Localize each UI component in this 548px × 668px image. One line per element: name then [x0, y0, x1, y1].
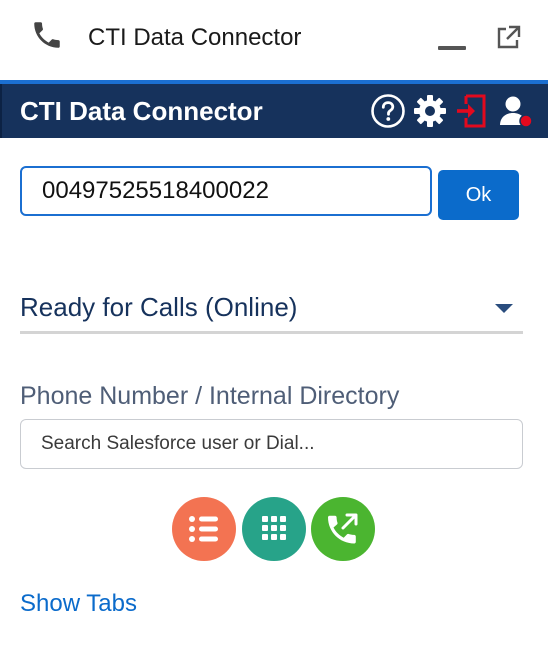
list-icon	[189, 516, 218, 542]
show-tabs-link[interactable]: Show Tabs	[20, 590, 137, 618]
agent-status-value: Ready for Calls (Online)	[20, 292, 298, 322]
popout-icon[interactable]	[494, 24, 522, 52]
phone-icon	[34, 22, 60, 48]
keypad-button[interactable]	[242, 497, 306, 561]
phone-forward-icon	[328, 513, 358, 544]
call-list-button[interactable]	[172, 497, 236, 561]
app-header: CTI Data Connector	[0, 84, 548, 138]
call-transfer-button[interactable]	[311, 497, 375, 561]
agent-status-select[interactable]: Ready for Calls (Online)	[20, 282, 523, 334]
phone-number-input[interactable]	[20, 166, 432, 216]
directory-label: Phone Number / Internal Directory	[20, 382, 400, 410]
keypad-icon	[262, 516, 286, 540]
help-icon[interactable]	[370, 93, 406, 129]
window-titlebar: CTI Data Connector	[0, 0, 548, 82]
minimize-icon[interactable]	[438, 46, 466, 50]
user-status-icon[interactable]	[498, 93, 534, 129]
gear-icon[interactable]	[412, 93, 448, 129]
window-title: CTI Data Connector	[88, 24, 302, 51]
directory-search-input[interactable]	[20, 419, 523, 469]
ok-button[interactable]: Ok	[438, 170, 519, 220]
header-title: CTI Data Connector	[20, 96, 263, 126]
chevron-down-icon	[495, 304, 513, 313]
logout-icon[interactable]	[454, 93, 490, 129]
